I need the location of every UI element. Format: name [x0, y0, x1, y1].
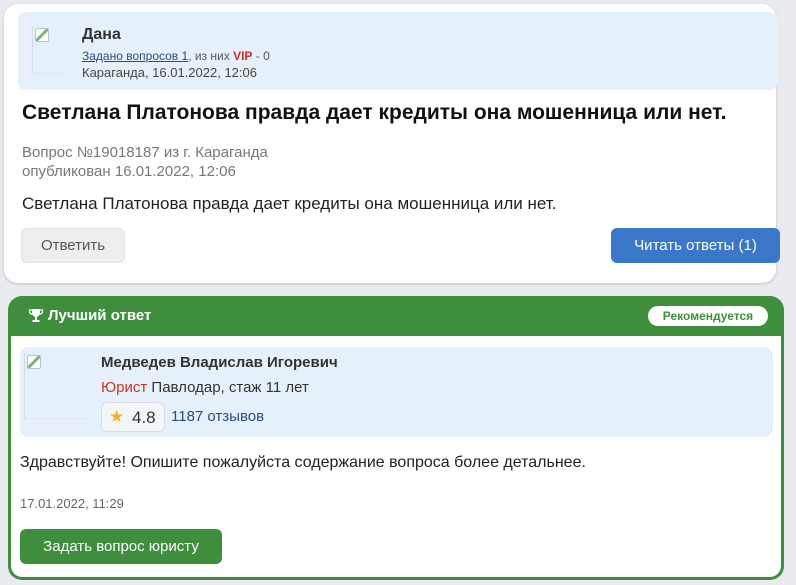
rating-value: 4.8: [132, 408, 156, 427]
broken-image-icon: [35, 28, 49, 42]
best-answer-body: Медведев Владислав Игоревич Юрист Павлод…: [11, 336, 781, 577]
best-answer-card: Лучший ответ Рекомендуется Медведев Влад…: [8, 296, 784, 580]
author-location-date: Караганда, 16.01.2022, 12:06: [82, 65, 257, 80]
author-name[interactable]: Дана: [82, 26, 121, 44]
lawyer-name[interactable]: Медведев Владислав Игоревич: [101, 354, 338, 371]
lawyer-info: Юрист Павлодар, стаж 11 лет: [101, 379, 309, 396]
lawyer-box: Медведев Владислав Игоревич Юрист Павлод…: [20, 347, 773, 437]
question-published: опубликован 16.01.2022, 12:06: [22, 163, 236, 180]
author-stats: Задано вопросов 1, из них VIP - 0: [82, 49, 270, 63]
answer-text: Здравствуйте! Опишите пожалуйста содержа…: [20, 454, 586, 471]
ask-lawyer-button[interactable]: Задать вопрос юристу: [20, 529, 222, 564]
broken-image-icon: [27, 355, 41, 369]
answer-date: 17.01.2022, 11:29: [20, 496, 124, 511]
question-author-box: Дана Задано вопросов 1, из них VIP - 0 К…: [18, 12, 778, 90]
vip-label: VIP: [233, 49, 253, 63]
lawyer-role: Юрист: [101, 379, 148, 396]
of-which-text: , из них: [188, 49, 234, 63]
star-icon: ★: [109, 407, 125, 426]
best-answer-title: Лучший ответ: [48, 307, 152, 324]
author-avatar[interactable]: [32, 26, 68, 74]
question-title[interactable]: Светлана Платонова правда дает кредиты о…: [22, 101, 726, 125]
answer-button[interactable]: Ответить: [21, 228, 125, 263]
rating-badge: ★ 4.8: [101, 402, 165, 432]
questions-asked-link[interactable]: Задано вопросов 1: [82, 49, 188, 63]
vip-count: - 0: [252, 49, 270, 63]
reviews-link[interactable]: 1187 отзывов: [171, 408, 264, 425]
trophy-icon: [28, 309, 44, 322]
question-body: Светлана Платонова правда дает кредиты о…: [22, 194, 557, 213]
question-card: Дана Задано вопросов 1, из них VIP - 0 К…: [4, 4, 780, 283]
lawyer-avatar[interactable]: [24, 353, 88, 419]
lawyer-details: Павлодар, стаж 11 лет: [147, 379, 309, 396]
read-answers-button[interactable]: Читать ответы (1): [611, 228, 780, 263]
recommended-badge: Рекомендуется: [648, 306, 768, 326]
best-answer-header: Лучший ответ: [28, 307, 151, 324]
question-number: Вопрос №19018187 из г. Караганда: [22, 144, 268, 161]
